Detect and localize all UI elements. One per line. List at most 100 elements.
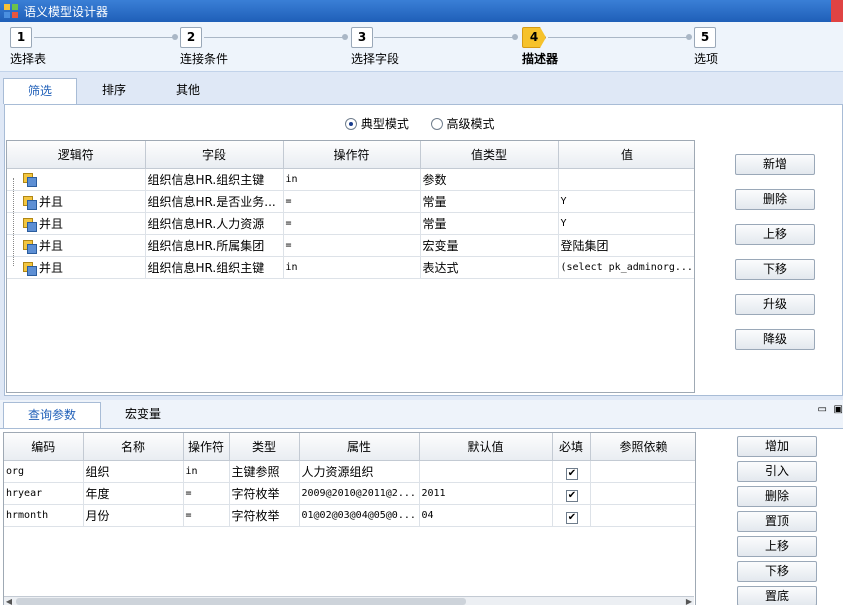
column-header[interactable]: 操作符: [283, 141, 421, 169]
operator-cell[interactable]: in: [183, 460, 230, 483]
field-cell[interactable]: 组织信息HR.组织主键: [145, 168, 284, 191]
move-bottom-param-button[interactable]: 置底: [737, 586, 817, 605]
tab-other[interactable]: 其他: [160, 78, 216, 104]
param-row[interactable]: hryear 年度 = 字符枚举 2009@2010@2011@2... 201…: [4, 482, 695, 505]
move-top-param-button[interactable]: 置顶: [737, 511, 817, 532]
operator-cell[interactable]: =: [283, 212, 421, 235]
condition-row[interactable]: 并且 组织信息HR.人力资源 = 常量 Y: [7, 212, 694, 235]
typical-mode-radio[interactable]: [345, 118, 357, 130]
tab-sort[interactable]: 排序: [86, 78, 142, 104]
move-up-param-button[interactable]: 上移: [737, 536, 817, 557]
step-3[interactable]: 3 选择字段: [351, 27, 399, 66]
column-header[interactable]: 类型: [229, 433, 300, 461]
add-param-button[interactable]: 增加: [737, 436, 817, 457]
value-cell[interactable]: (select pk_adminorg...: [558, 256, 694, 279]
upgrade-condition-button[interactable]: 升级: [735, 294, 815, 315]
column-header[interactable]: 属性: [299, 433, 420, 461]
scroll-left-icon[interactable]: ◀: [4, 597, 14, 605]
code-cell[interactable]: hrmonth: [4, 504, 84, 527]
import-param-button[interactable]: 引入: [737, 461, 817, 482]
step-4[interactable]: 4 描述器: [522, 27, 558, 66]
default-cell[interactable]: [419, 460, 553, 483]
attribute-cell[interactable]: 人力资源组织: [299, 460, 420, 483]
step-1[interactable]: 1 选择表: [10, 27, 46, 66]
downgrade-condition-button[interactable]: 降级: [735, 329, 815, 350]
value-type-cell[interactable]: 常量: [420, 212, 559, 235]
condition-row[interactable]: 并且 组织信息HR.组织主键 in 表达式 (select pk_adminor…: [7, 256, 694, 279]
attribute-cell[interactable]: 01@02@03@04@05@0...: [299, 504, 420, 527]
column-header[interactable]: 字段: [145, 141, 284, 169]
step-5[interactable]: 5 选项: [694, 27, 718, 66]
horizontal-scrollbar[interactable]: ◀ ▶: [4, 596, 694, 605]
condition-row[interactable]: 并且 组织信息HR.所属集团 = 宏变量 登陆集团: [7, 234, 694, 257]
column-header[interactable]: 名称: [83, 433, 184, 461]
field-cell[interactable]: 组织信息HR.组织主键: [145, 256, 284, 279]
name-cell[interactable]: 月份: [83, 504, 184, 527]
field-cell[interactable]: 组织信息HR.人力资源: [145, 212, 284, 235]
required-cell[interactable]: ✔: [552, 460, 591, 483]
ref-dependency-cell[interactable]: [590, 504, 695, 527]
default-cell[interactable]: 2011: [419, 482, 553, 505]
logic-cell[interactable]: 并且: [39, 239, 63, 253]
ref-dependency-cell[interactable]: [590, 482, 695, 505]
logic-cell[interactable]: 并且: [39, 261, 63, 275]
name-cell[interactable]: 年度: [83, 482, 184, 505]
required-cell[interactable]: ✔: [552, 504, 591, 527]
required-cell[interactable]: ✔: [552, 482, 591, 505]
column-header[interactable]: 值: [558, 141, 694, 169]
required-checkbox[interactable]: ✔: [566, 511, 578, 524]
value-cell[interactable]: Y: [558, 190, 694, 213]
move-up-condition-button[interactable]: 上移: [735, 224, 815, 245]
operator-cell[interactable]: =: [183, 504, 230, 527]
value-cell[interactable]: 登陆集团: [558, 234, 694, 257]
delete-param-button[interactable]: 删除: [737, 486, 817, 507]
value-cell[interactable]: Y: [558, 212, 694, 235]
type-cell[interactable]: 字符枚举: [229, 482, 300, 505]
value-type-cell[interactable]: 常量: [420, 190, 559, 213]
code-cell[interactable]: org: [4, 460, 84, 483]
name-cell[interactable]: 组织: [83, 460, 184, 483]
operator-cell[interactable]: in: [283, 256, 421, 279]
default-cell[interactable]: 04: [419, 504, 553, 527]
close-button[interactable]: [831, 0, 843, 22]
step-2[interactable]: 2 连接条件: [180, 27, 228, 66]
type-cell[interactable]: 主键参照: [229, 460, 300, 483]
required-checkbox[interactable]: ✔: [566, 467, 578, 480]
value-type-cell[interactable]: 表达式: [420, 256, 559, 279]
advanced-mode-option[interactable]: 高级模式: [430, 117, 495, 131]
logic-cell[interactable]: 并且: [39, 217, 63, 231]
column-header[interactable]: 操作符: [183, 433, 230, 461]
operator-cell[interactable]: =: [283, 190, 421, 213]
advanced-mode-radio[interactable]: [430, 118, 443, 130]
param-row[interactable]: hrmonth 月份 = 字符枚举 01@02@03@04@05@0... 04…: [4, 504, 695, 527]
column-header[interactable]: 必填: [552, 433, 591, 461]
condition-row[interactable]: 组织信息HR.组织主键 in 参数: [7, 168, 694, 191]
minimize-icon[interactable]: ▭: [818, 404, 827, 415]
move-down-param-button[interactable]: 下移: [737, 561, 817, 582]
value-cell[interactable]: [558, 168, 694, 191]
field-cell[interactable]: 组织信息HR.所属集团: [145, 234, 284, 257]
tab-query-params[interactable]: 查询参数: [3, 402, 101, 428]
required-checkbox[interactable]: ✔: [566, 489, 578, 502]
column-header[interactable]: 参照依赖: [590, 433, 695, 461]
column-header[interactable]: 编码: [4, 433, 84, 461]
param-row[interactable]: org 组织 in 主键参照 人力资源组织 ✔: [4, 460, 695, 483]
type-cell[interactable]: 字符枚举: [229, 504, 300, 527]
ref-dependency-cell[interactable]: [590, 460, 695, 483]
value-type-cell[interactable]: 宏变量: [420, 234, 559, 257]
column-header[interactable]: 值类型: [420, 141, 559, 169]
code-cell[interactable]: hryear: [4, 482, 84, 505]
scroll-right-icon[interactable]: ▶: [684, 597, 694, 605]
attribute-cell[interactable]: 2009@2010@2011@2...: [299, 482, 420, 505]
operator-cell[interactable]: =: [183, 482, 230, 505]
column-header[interactable]: 逻辑符: [7, 141, 146, 169]
value-type-cell[interactable]: 参数: [420, 168, 559, 191]
operator-cell[interactable]: in: [283, 168, 421, 191]
tab-macro-vars[interactable]: 宏变量: [112, 402, 174, 428]
restore-icon[interactable]: ▣: [834, 404, 843, 415]
add-condition-button[interactable]: 新增: [735, 154, 815, 175]
tab-filter[interactable]: 筛选: [3, 78, 77, 104]
condition-row[interactable]: 并且 组织信息HR.是否业务... = 常量 Y: [7, 190, 694, 213]
field-cell[interactable]: 组织信息HR.是否业务...: [145, 190, 284, 213]
logic-cell[interactable]: 并且: [39, 195, 63, 209]
